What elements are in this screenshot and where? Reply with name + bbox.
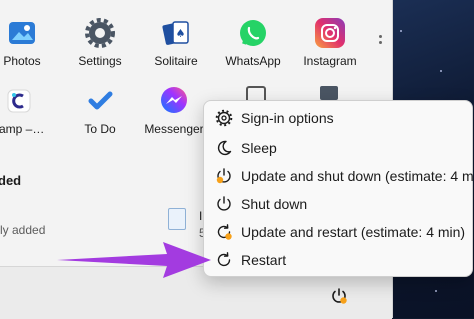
menu-item-label: Shut down: [241, 196, 308, 212]
app-instagram[interactable]: Instagram: [292, 18, 368, 68]
app-clipchamp[interactable]: pchamp –…: [0, 86, 50, 136]
app-solitaire[interactable]: ♠ Solitaire: [138, 18, 214, 68]
power-icon: [215, 195, 233, 213]
messenger-icon: [159, 86, 189, 116]
app-label: WhatsApp: [225, 54, 281, 68]
menu-item-update-and-shut-down[interactable]: Update and shut down (estimate: 4 min): [204, 162, 474, 190]
app-label: Solitaire: [154, 54, 198, 68]
menu-item-shut-down[interactable]: Shut down: [204, 190, 472, 218]
app-label: Instagram: [303, 54, 357, 68]
menu-item-restart[interactable]: Restart: [204, 246, 472, 274]
app-label: Messenger: [144, 122, 204, 136]
solitaire-cards-icon: ♠: [161, 18, 191, 48]
app-messenger[interactable]: Messenger: [136, 86, 212, 136]
whatsapp-icon: [238, 18, 268, 48]
menu-item-label: Sign-in options: [241, 110, 334, 126]
menu-item-update-and-restart[interactable]: Update and restart (estimate: 4 min): [204, 218, 472, 246]
update-restart-icon: [215, 223, 233, 241]
power-button[interactable]: [330, 287, 348, 305]
menu-item-label: Restart: [241, 252, 287, 268]
update-power-icon: [215, 167, 233, 185]
power-menu: Sign-in options Sleep Update and shut do…: [203, 100, 474, 277]
file-icon: [168, 208, 186, 230]
annotation-arrow: [57, 242, 211, 278]
menu-item-label: Sleep: [241, 140, 277, 156]
recent-item-subtitle: ly added: [0, 223, 46, 237]
svg-text:♠: ♠: [176, 27, 186, 40]
app-label: Photos: [3, 54, 41, 68]
todo-check-icon: [85, 86, 115, 116]
settings-gear-icon: [85, 18, 115, 48]
app-todo[interactable]: To Do: [62, 86, 138, 136]
moon-icon: [215, 139, 233, 157]
restart-icon: [215, 251, 233, 269]
menu-item-label: Update and restart (estimate: 4 min): [241, 224, 466, 240]
app-label: pchamp –…: [0, 122, 45, 136]
gear-icon: [215, 109, 233, 127]
power-icon: [332, 288, 347, 304]
photos-icon: [7, 18, 37, 48]
menu-item-label: Update and shut down (estimate: 4 min): [241, 168, 474, 184]
app-label: Settings: [78, 54, 122, 68]
more-pages-dots[interactable]: [379, 35, 383, 47]
instagram-icon: [315, 18, 345, 48]
menu-item-sleep[interactable]: Sleep: [204, 134, 472, 162]
clipchamp-icon: [4, 86, 34, 116]
app-whatsapp[interactable]: WhatsApp: [215, 18, 291, 68]
app-label: To Do: [84, 122, 116, 136]
app-photos[interactable]: Photos: [0, 18, 60, 68]
menu-item-sign-in-options[interactable]: Sign-in options: [204, 104, 472, 132]
recommended-heading: ded: [0, 173, 22, 188]
app-settings[interactable]: Settings: [62, 18, 138, 68]
calculator-icon: [320, 86, 338, 100]
recent-file-name[interactable]: I: [199, 209, 202, 223]
